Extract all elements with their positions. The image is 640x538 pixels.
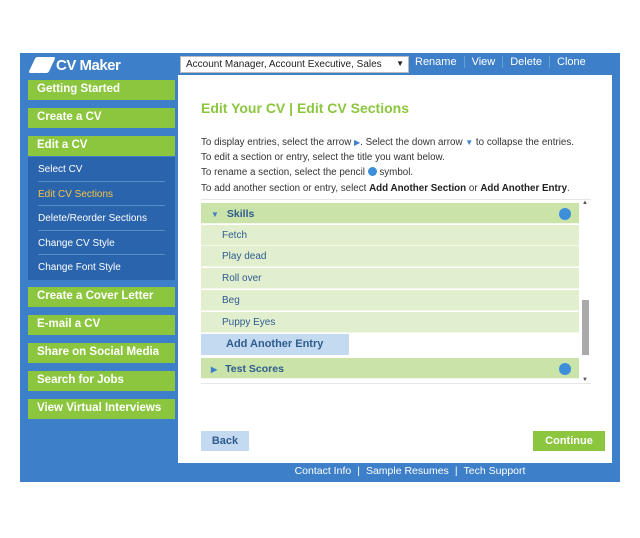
sub-change-style[interactable]: Change CV Style xyxy=(38,231,165,256)
scroll-up-icon[interactable]: ▲ xyxy=(582,200,588,206)
nav-email-cv[interactable]: E-mail a CV xyxy=(28,315,175,335)
separator: | xyxy=(357,465,360,477)
chevron-down-icon: ▼ xyxy=(396,59,404,68)
instr-text: or xyxy=(466,182,481,194)
nav-virtual-interviews[interactable]: View Virtual Interviews xyxy=(28,399,175,419)
nav-getting-started[interactable]: Getting Started xyxy=(28,80,175,100)
sub-select-cv[interactable]: Select CV xyxy=(38,157,165,182)
nav-edit-cv[interactable]: Edit a CV xyxy=(28,136,175,156)
delete-link[interactable]: Delete xyxy=(503,56,551,68)
instr-bold: Add Another Entry xyxy=(480,182,568,194)
logo-icon xyxy=(28,57,56,73)
nav-search-jobs[interactable]: Search for Jobs xyxy=(28,371,175,391)
page-title: Edit Your CV | Edit CV Sections xyxy=(201,100,409,116)
instr-text: . Select the down arrow xyxy=(360,137,466,148)
nav-cover-letter[interactable]: Create a Cover Letter xyxy=(28,287,175,307)
content-panel: Edit Your CV | Edit CV Sections To displ… xyxy=(178,75,612,463)
section-skills[interactable]: ▼ Skills xyxy=(201,203,579,224)
section-title[interactable]: Test Scores xyxy=(225,363,284,375)
tech-support-link[interactable]: Tech Support xyxy=(464,465,526,477)
sub-delete-reorder[interactable]: Delete/Reorder Sections xyxy=(38,206,165,231)
instr-text: To edit a section or entry, select the t… xyxy=(201,152,445,164)
scrollbar[interactable]: ▲ ▼ xyxy=(581,200,589,383)
pencil-icon xyxy=(367,167,377,177)
cv-select-value: Account Manager, Account Executive, Sale… xyxy=(186,59,382,70)
app-name: CV Maker xyxy=(56,56,121,74)
entry-item[interactable]: Beg xyxy=(201,290,579,311)
instr-text: . xyxy=(567,182,570,194)
instr-text: To add another section or entry, select xyxy=(201,182,370,194)
rename-link[interactable]: Rename xyxy=(408,56,465,68)
instr-text: symbol. xyxy=(376,167,414,179)
sample-resumes-link[interactable]: Sample Resumes xyxy=(366,465,449,477)
separator: | xyxy=(454,465,458,477)
add-another-entry-button[interactable]: Add Another Entry xyxy=(201,334,349,355)
instr-text: to collapse the entries. xyxy=(473,137,574,148)
arrow-down-icon: ▼ xyxy=(465,138,474,147)
clone-link[interactable]: Clone xyxy=(550,56,593,68)
edit-cv-submenu: Select CV Edit CV Sections Delete/Reorde… xyxy=(28,157,175,280)
sub-edit-cv-sections[interactable]: Edit CV Sections xyxy=(38,182,165,207)
entry-item[interactable]: Fetch xyxy=(201,225,579,246)
cv-select[interactable]: Account Manager, Account Executive, Sale… xyxy=(180,56,409,73)
logo[interactable]: CV Maker xyxy=(28,55,121,75)
footer: Contact Info | Sample Resumes | Tech Support xyxy=(20,465,620,477)
back-button[interactable]: Back xyxy=(201,431,249,451)
instr-bold: Add Another Section xyxy=(369,182,467,194)
instr-text: To display entries, select the arrow xyxy=(201,137,355,148)
entry-item[interactable]: Play dead xyxy=(201,246,579,267)
section-test-scores[interactable]: ▶ Test Scores xyxy=(201,358,579,379)
pencil-icon[interactable] xyxy=(559,363,571,375)
sections-list: ▼ Skills Fetch Play dead Roll over Beg Pu… xyxy=(201,199,591,384)
section-title[interactable]: Skills xyxy=(227,208,254,220)
pencil-icon[interactable] xyxy=(559,208,571,220)
entry-item[interactable]: Puppy Eyes xyxy=(201,312,579,333)
nav-create-cv[interactable]: Create a CV xyxy=(28,108,175,128)
arrow-right-icon[interactable]: ▶ xyxy=(211,365,217,374)
nav-share-social[interactable]: Share on Social Media xyxy=(28,343,175,363)
contact-info-link[interactable]: Contact Info xyxy=(295,465,352,477)
instructions: To display entries, select the arrow ▶. … xyxy=(201,135,574,196)
scroll-down-icon[interactable]: ▼ xyxy=(582,377,588,383)
entry-item[interactable]: Roll over xyxy=(201,268,579,289)
view-link[interactable]: View xyxy=(465,56,504,68)
scrollbar-thumb[interactable] xyxy=(582,300,589,355)
arrow-down-icon[interactable]: ▼ xyxy=(211,210,219,219)
sub-change-font[interactable]: Change Font Style xyxy=(38,255,165,280)
app-frame: CV Maker Account Manager, Account Execut… xyxy=(20,53,620,482)
instr-text: To rename a section, select the pencil xyxy=(201,167,368,179)
continue-button[interactable]: Continue xyxy=(533,431,605,451)
